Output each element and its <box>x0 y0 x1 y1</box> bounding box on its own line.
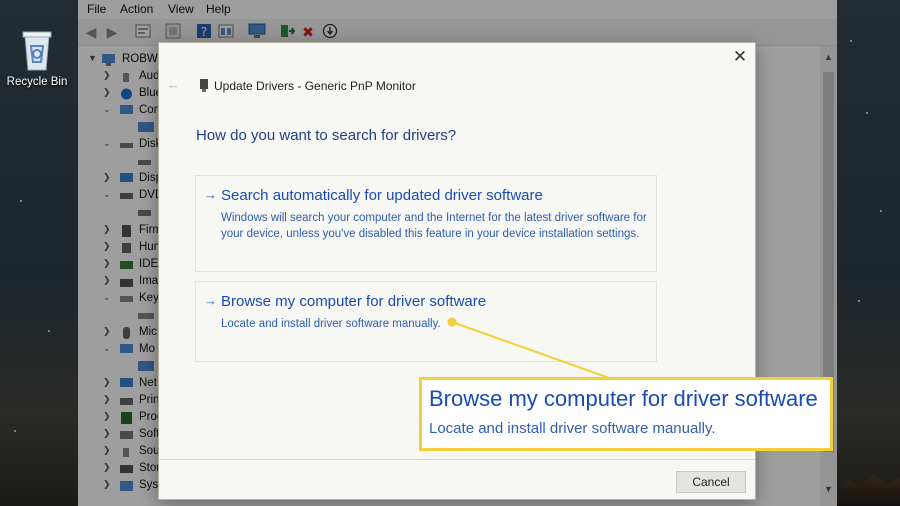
recycle-bin[interactable]: Recycle Bin <box>4 28 70 88</box>
footer-divider <box>159 459 755 460</box>
option-title: Browse my computer for driver software <box>221 293 487 310</box>
option-description: Locate and install driver software manua… <box>221 318 441 330</box>
dialog-title: Update Drivers - Generic PnP Monitor <box>214 79 416 93</box>
star <box>850 40 852 42</box>
dialog-heading: How do you want to search for drivers? <box>196 127 457 144</box>
monitor-icon <box>198 79 210 92</box>
callout-description: Locate and install driver software manua… <box>429 420 716 437</box>
star <box>858 300 860 302</box>
star <box>14 430 16 432</box>
recycle-bin-label: Recycle Bin <box>6 76 68 88</box>
browse-computer-option[interactable]: → Browse my computer for driver software… <box>195 281 657 362</box>
star <box>866 112 868 114</box>
star <box>20 200 22 202</box>
callout-highlight: Browse my computer for driver software L… <box>419 377 833 451</box>
horizon-silhouette <box>836 474 900 506</box>
star <box>48 330 50 332</box>
search-automatically-option[interactable]: → Search automatically for updated drive… <box>195 175 657 272</box>
option-description: Windows will search your computer and th… <box>221 212 647 240</box>
arrow-right-icon: → <box>204 187 217 202</box>
recycle-bin-icon <box>22 31 52 71</box>
star <box>880 210 882 212</box>
callout-title: Browse my computer for driver software <box>429 386 818 411</box>
back-arrow-icon[interactable]: ← <box>167 77 180 92</box>
close-icon[interactable]: ✕ <box>730 47 750 67</box>
arrow-right-icon: → <box>204 293 217 308</box>
option-title: Search automatically for updated driver … <box>221 187 543 204</box>
cancel-button[interactable]: Cancel <box>676 471 746 493</box>
